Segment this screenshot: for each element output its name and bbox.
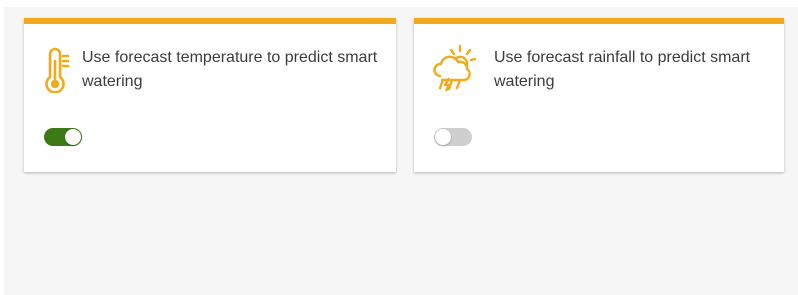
- weather-storm-icon: [430, 43, 482, 93]
- setting-label: Use forecast temperature to predict smar…: [82, 49, 378, 90]
- forecast-temperature-toggle[interactable]: [44, 128, 82, 146]
- toggle-knob: [65, 129, 81, 145]
- forecast-rainfall-card: Use forecast rainfall to predict smart w…: [414, 18, 784, 172]
- thermometer-icon: [41, 47, 75, 94]
- toggle-knob: [435, 129, 451, 145]
- settings-panel: Use forecast temperature to predict smar…: [4, 7, 798, 295]
- setting-label: Use forecast rainfall to predict smart w…: [494, 49, 751, 90]
- forecast-temperature-card: Use forecast temperature to predict smar…: [24, 18, 396, 172]
- forecast-rainfall-toggle[interactable]: [434, 128, 472, 146]
